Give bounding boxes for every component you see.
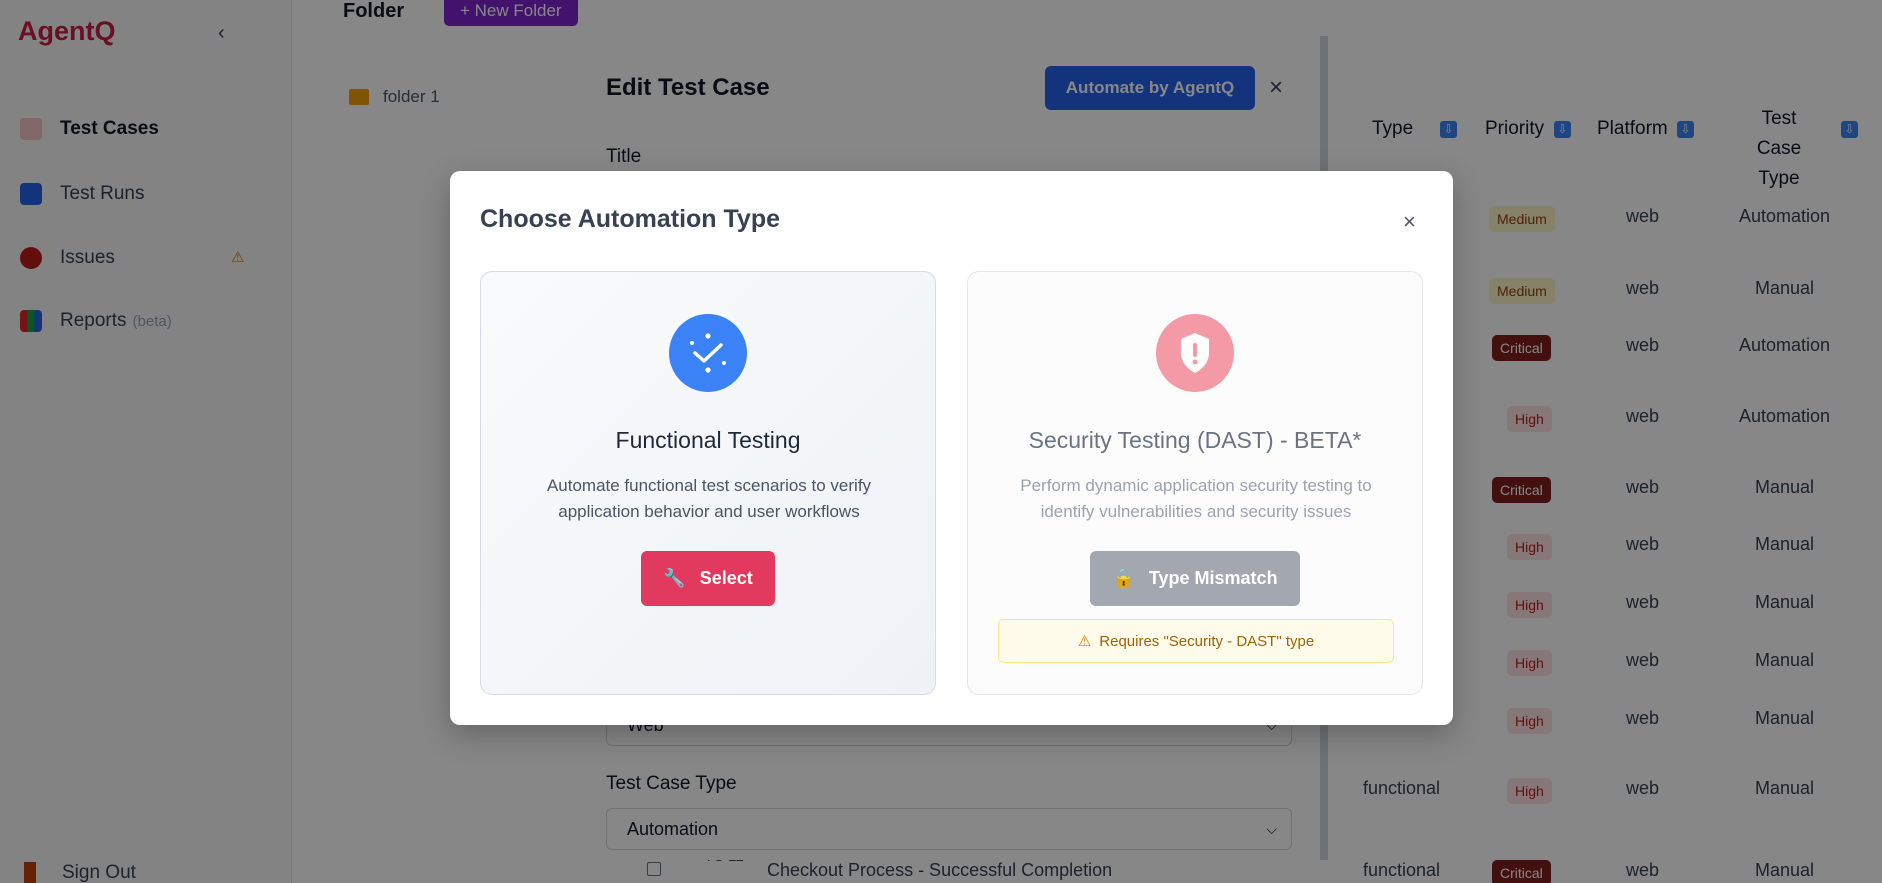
select-button-label: Select [699,568,753,588]
shield-icon [1156,314,1234,392]
functional-testing-title: Functional Testing [615,427,801,453]
type-mismatch-button: 🔒 Type Mismatch [1090,551,1300,606]
functional-test-icon [669,314,747,392]
security-testing-title: Security Testing (DAST) - BETA* [1028,427,1362,453]
requirement-text: Requires "Security - DAST" type [1099,632,1315,650]
warning-icon: ⚠ [1077,633,1092,650]
modal-title: Choose Automation Type [480,205,780,233]
functional-testing-card[interactable]: Functional Testing Automate functional t… [480,271,936,695]
close-icon[interactable]: × [1403,209,1416,235]
type-mismatch-label: Type Mismatch [1148,568,1278,588]
choose-automation-type-modal: Choose Automation Type × Functional Test… [450,171,1453,725]
wrench-icon: 🔧 [663,568,686,588]
security-testing-card: Security Testing (DAST) - BETA* Perform … [967,271,1423,695]
security-testing-description: Perform dynamic application security tes… [1020,476,1372,521]
functional-testing-description: Automate functional test scenarios to ve… [546,476,872,521]
select-functional-button[interactable]: 🔧 Select [641,551,775,606]
requirement-notice: ⚠ Requires "Security - DAST" type [998,619,1394,663]
lock-icon: 🔒 [1112,568,1135,588]
